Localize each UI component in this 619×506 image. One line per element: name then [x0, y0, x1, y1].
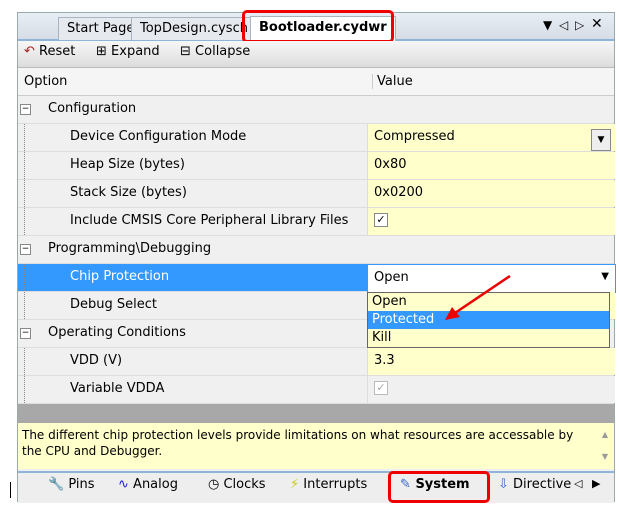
arrow-line	[451, 274, 511, 317]
arrow-head	[445, 307, 460, 320]
red-arrow-annotation	[445, 274, 511, 320]
